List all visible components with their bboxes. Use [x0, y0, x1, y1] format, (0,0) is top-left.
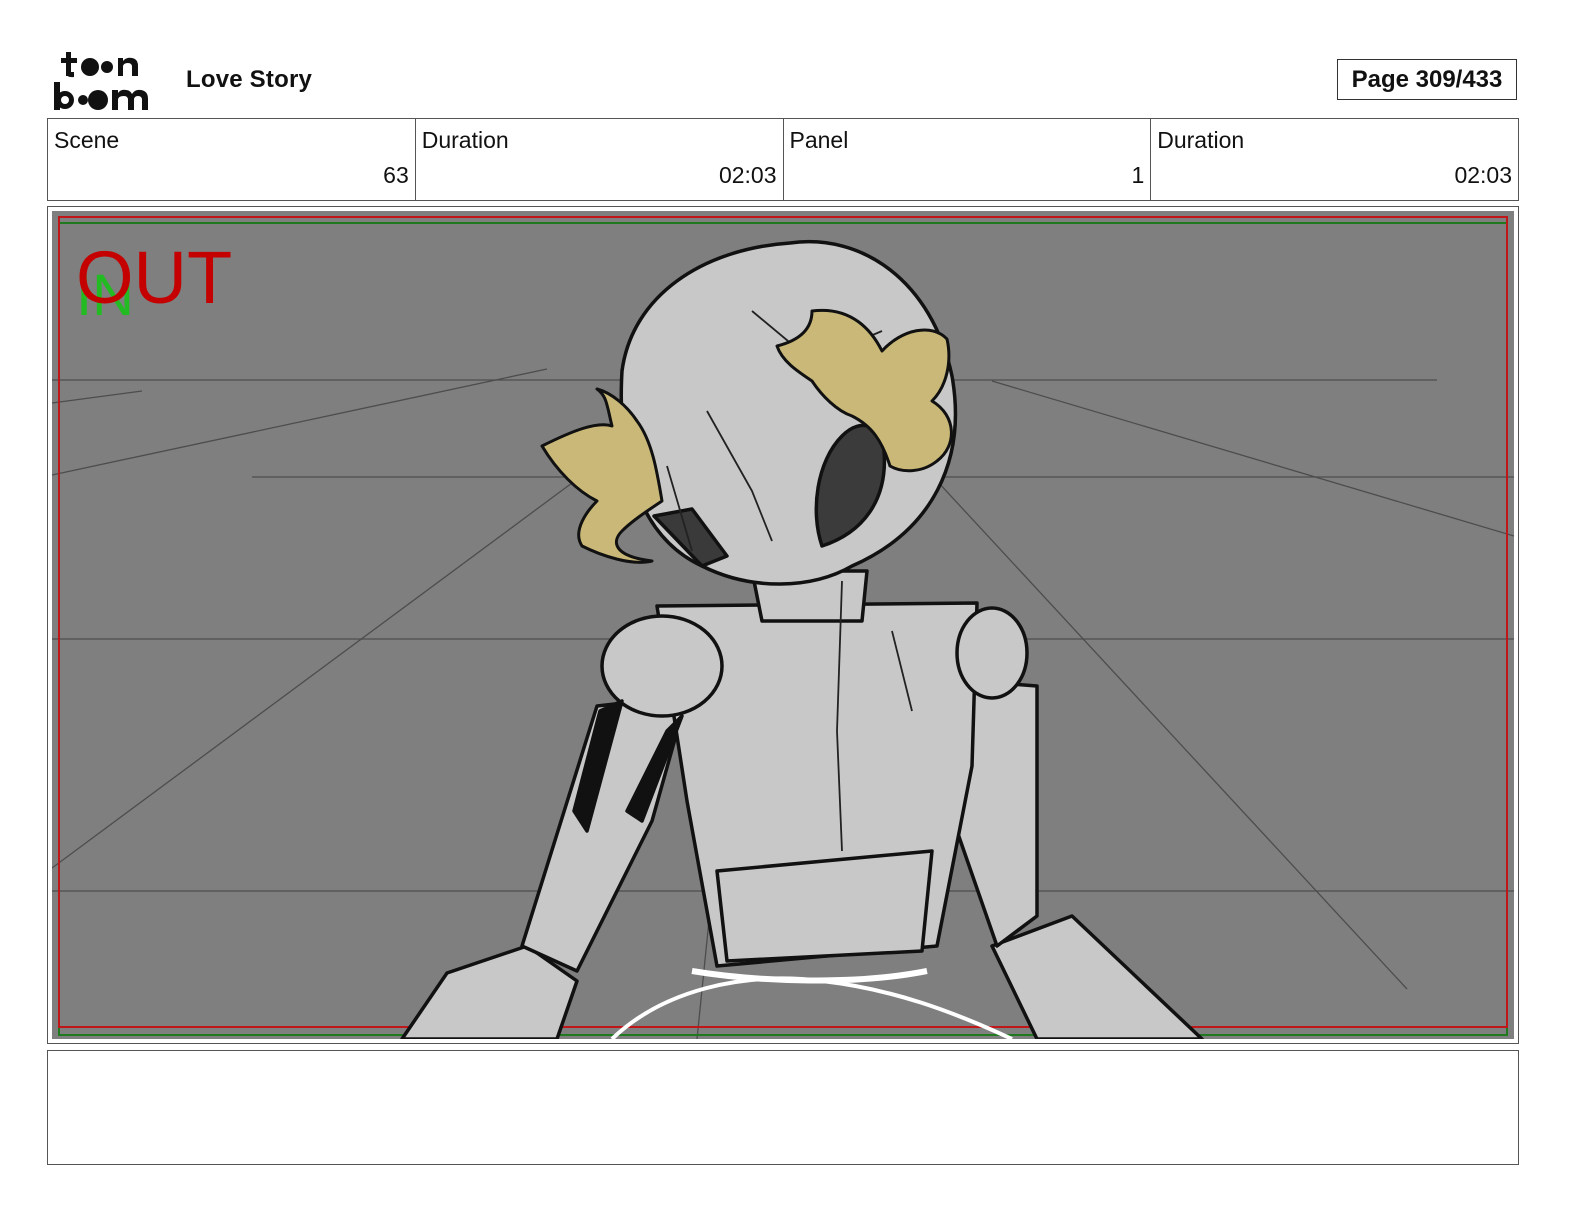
panel-caption-box — [47, 1050, 1519, 1165]
panel-duration-label: Duration — [1157, 127, 1245, 153]
toonboom-logo: toonboom — [54, 52, 148, 110]
scene-duration-value: 02:03 — [718, 162, 777, 188]
panel-drawing: IN OUT — [52, 211, 1514, 1039]
storyboard-panel: IN OUT — [47, 206, 1519, 1044]
panel-duration-value: 02:03 — [1454, 162, 1512, 188]
panel-cell: Panel 1 — [784, 119, 1152, 200]
scene-duration-cell: Duration 02:03 — [416, 119, 784, 200]
project-title: Love Story — [186, 66, 313, 93]
scene-cell: Scene 63 — [48, 119, 416, 200]
panel-label: Panel — [789, 127, 849, 153]
panel-value: 1 — [1131, 162, 1145, 188]
page-indicator: Page 309/433 — [1337, 59, 1517, 100]
scene-duration-label: Duration — [421, 127, 509, 153]
panel-duration-cell: Duration 02:03 — [1151, 119, 1518, 200]
out-marker: OUT — [76, 236, 232, 319]
scene-info-table: Scene 63 Duration 02:03 Panel 1 Duration… — [47, 118, 1519, 201]
scene-value: 63 — [383, 162, 409, 188]
scene-label: Scene — [54, 127, 120, 153]
